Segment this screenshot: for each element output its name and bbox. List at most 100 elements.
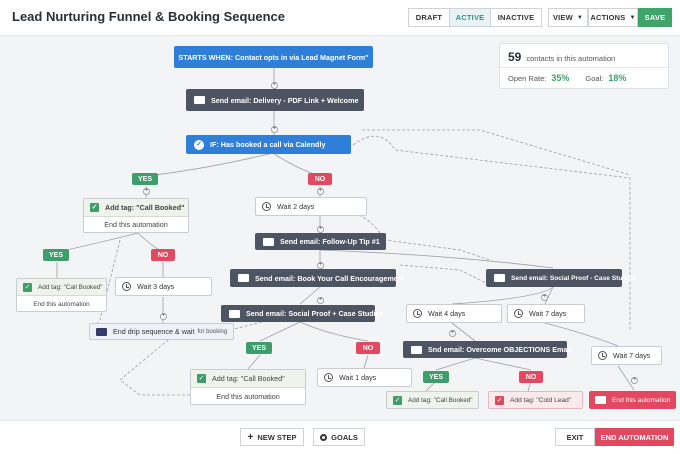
automation-stats-card: 59 contacts in this automation Open Rate… [499,43,669,89]
check-icon: ✓ [495,395,504,405]
tag-call-booked-bottom-node[interactable]: ✓ Add tag: "Call Booked" End this automat… [190,369,306,405]
clock-icon [514,309,523,318]
open-rate-label: Open Rate: [508,74,547,83]
clock-icon [324,373,333,382]
wait-7-days-b-node[interactable]: Wait 7 days [591,346,662,365]
envelope-icon [494,274,505,282]
open-rate-value: 35% [551,73,570,83]
end-automation-label: End this automation [104,220,168,230]
envelope-icon [229,309,240,318]
add-step-plus-icon[interactable]: + [317,226,324,233]
email-case-studies-right-node[interactable]: Send email: Social Proof - Case Studies [486,269,636,287]
end-automation-button[interactable]: END AUTOMATION [595,428,674,446]
email-objections-node[interactable]: Snd email: Overcome OBJECTIONS Email [403,341,571,358]
add-step-plus-icon[interactable]: + [449,330,456,337]
no-branch-badge: NO [356,342,380,354]
yes-branch-badge: YES [43,249,69,261]
check-icon: ✓ [90,202,99,212]
email-objections-label: Snd email: Overcome OBJECTIONS Email [428,345,572,354]
email-followup-node[interactable]: Send email: Follow-Up Tip #1 [255,233,386,250]
check-icon: ✓ [23,282,32,292]
wait-4-days-label: Wait 4 days [428,309,466,318]
envelope-icon [411,345,422,354]
clock-icon [413,309,422,318]
tag-call-booked-tiny-node[interactable]: ✓ Add tag: "Call Booked" [386,391,479,409]
bottom-bar: + NEW STEP GOALS EXIT END AUTOMATION [0,420,680,454]
drip-end-label: End drip sequence & wait [113,327,195,336]
email-book-call-node[interactable]: Send email: Book Your Call Encouragement [230,269,405,287]
goals-label: GOALS [331,432,358,442]
add-step-plus-icon[interactable]: + [160,313,167,320]
wait-7-days-a-label: Wait 7 days [529,309,567,318]
wait-7-days-b-label: Wait 7 days [613,351,651,360]
no-branch-badge: NO [308,173,332,185]
email-social-proof-node[interactable]: Send email: Social Proof + Case Studies [221,305,384,322]
tag-cold-lead-label: Add tag: "Cold Lead" [510,396,572,404]
contacts-count: 59 [508,50,522,64]
wait-7-days-a-node[interactable]: Wait 7 days [507,304,585,323]
end-automation-red-node[interactable]: End this automation [589,391,676,409]
envelope-icon [263,237,274,246]
add-step-plus-icon[interactable]: + [631,377,638,384]
trigger-start-node[interactable]: STARTS WHEN: Contact opts in via Lead Ma… [174,46,373,68]
wait-1-days-node[interactable]: Wait 1 days [317,368,412,387]
exit-button[interactable]: EXIT [555,428,595,446]
if-condition-label: IF: Has booked a call via Calendly [210,140,326,149]
goal-label: Goal: [585,74,604,83]
no-branch-badge: NO [519,371,543,383]
check-icon: ✓ [194,139,204,150]
email-followup-label: Send email: Follow-Up Tip #1 [280,237,380,246]
clock-icon [122,282,131,291]
clock-icon [262,202,271,211]
drip-end-node[interactable]: End drip sequence & wait for booking [89,323,234,340]
check-icon: ✓ [393,395,402,405]
wait-2-days-node[interactable]: Wait 2 days [255,197,367,216]
email-case-studies-right-label: Send email: Social Proof - Case Studies [511,274,636,282]
add-step-plus-icon[interactable]: + [317,262,324,269]
drip-end-suffix: for booking [197,328,228,335]
check-icon: ✓ [197,374,206,383]
add-step-plus-icon[interactable]: + [317,188,324,195]
yes-branch-badge: YES [246,342,272,354]
yes-branch-badge: YES [423,371,449,383]
if-condition-node[interactable]: ✓ IF: Has booked a call via Calendly [186,135,351,154]
tag-call-booked-node[interactable]: ✓ Add tag: "Call Booked" End this automat… [83,198,189,233]
tag-call-booked-small-label: Add tag: "Call Booked" [38,283,103,291]
wait-3-days-node[interactable]: Wait 3 days [115,277,212,296]
tag-call-booked-label: Add tag: "Call Booked" [105,202,185,212]
wait-1-days-label: Wait 1 days [339,373,377,382]
end-automation-red-label: End this automation [612,396,671,404]
add-step-plus-icon[interactable]: + [271,82,278,89]
wait-2-days-label: Wait 2 days [277,202,315,211]
end-automation-small-label: End this automation [33,300,90,308]
tag-call-booked-tiny-label: Add tag: "Call Booked" [408,396,473,404]
email-social-proof-label: Send email: Social Proof + Case Studies [246,309,384,318]
add-step-plus-icon[interactable]: + [317,297,324,304]
tag-call-booked-bottom-label: Add tag: "Call Booked" [212,374,285,383]
wait-3-days-label: Wait 3 days [137,282,175,291]
contacts-label: contacts in this automation [526,54,616,63]
envelope-icon [595,396,606,404]
tag-call-booked-small-node[interactable]: ✓ Add tag: "Call Booked" End this automat… [16,278,107,312]
envelope-icon [96,327,107,336]
yes-branch-badge: YES [132,173,158,185]
new-step-button[interactable]: + NEW STEP [240,428,304,446]
envelope-icon [238,274,249,282]
no-branch-badge: NO [151,249,175,261]
email-book-call-label: Send email: Book Your Call Encouragement [255,273,405,283]
add-step-plus-icon[interactable]: + [271,126,278,133]
goals-icon [320,433,328,441]
goals-button[interactable]: GOALS [313,428,365,446]
plus-icon: + [247,431,254,443]
wait-4-days-node[interactable]: Wait 4 days [406,304,502,323]
new-step-label: NEW STEP [257,432,297,442]
add-step-plus-icon[interactable]: + [143,188,150,195]
clock-icon [598,351,607,360]
email-delivery-label: Send email: Delivery - PDF Link + Welcom… [211,95,359,105]
tag-cold-lead-node[interactable]: ✓ Add tag: "Cold Lead" [488,391,583,409]
end-automation-bottom-label: End this automation [216,392,280,401]
goal-value: 18% [608,73,627,83]
envelope-icon [194,96,205,104]
email-delivery-node[interactable]: Send email: Delivery - PDF Link + Welcom… [186,89,364,111]
add-step-plus-icon[interactable]: + [541,294,548,301]
